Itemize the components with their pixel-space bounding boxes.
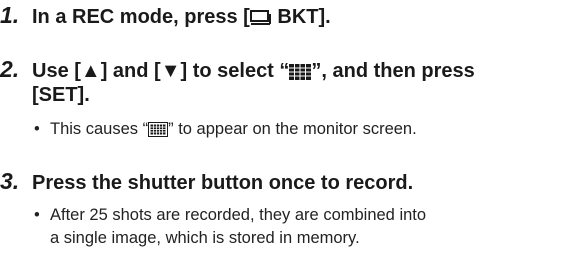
- step-1: 1. In a REC mode, press [ BKT].: [0, 2, 331, 31]
- step-3-bullet-continuation: a single image, which is stored in memor…: [50, 229, 360, 247]
- step-3: 3. Press the shutter button once to recor…: [0, 168, 413, 195]
- grid-display-icon: [148, 122, 169, 142]
- step-1-number: 1.: [0, 2, 20, 28]
- step-3-text: Press the shutter button once to record.: [32, 172, 414, 194]
- step-2-bullet-text-end: ” to appear on the monitor screen.: [168, 120, 417, 138]
- step-2-bullet: • This causes “ ” to appear on the monitor…: [34, 120, 417, 142]
- step-2-continuation: [SET].: [32, 84, 90, 106]
- step-2-text-start: Use [▲] and [▼] to select “: [32, 60, 290, 82]
- step-2-number: 2.: [0, 56, 20, 82]
- grid-mode-icon: [289, 64, 312, 85]
- step-3-number: 3.: [0, 168, 20, 194]
- step-2: 2. Use [▲] and [▼] to select “ ”, and then…: [0, 56, 475, 85]
- step-2-text-end: ”, and then press: [311, 60, 475, 82]
- continuous-shooting-icon: [249, 8, 272, 31]
- step-3-bullet: • After 25 shots are recorded, they are c…: [34, 206, 426, 225]
- step-2-bullet-text-start: This causes “: [50, 120, 149, 138]
- bullet-dot: •: [34, 120, 40, 138]
- bullet-dot: •: [34, 206, 40, 224]
- step-3-bullet-text: After 25 shots are recorded, they are co…: [50, 206, 427, 224]
- step-1-text-end: BKT].: [271, 6, 331, 28]
- step-1-text-start: In a REC mode, press [: [32, 6, 250, 28]
